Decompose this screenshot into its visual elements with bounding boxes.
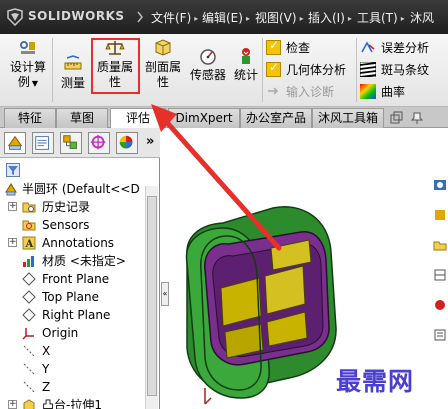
custom-properties-icon[interactable]	[433, 328, 447, 342]
task-pane-strip	[432, 128, 448, 409]
collapse-panel-icon[interactable]: «	[161, 282, 169, 306]
watermark-text: 最需网	[336, 367, 415, 396]
resources-icon[interactable]	[433, 178, 447, 192]
file-explorer-icon[interactable]	[433, 238, 447, 252]
pointer-arrow	[151, 104, 282, 251]
appearances-icon[interactable]	[433, 298, 447, 312]
design-library-icon[interactable]	[433, 208, 447, 222]
view-palette-icon[interactable]	[433, 268, 447, 282]
